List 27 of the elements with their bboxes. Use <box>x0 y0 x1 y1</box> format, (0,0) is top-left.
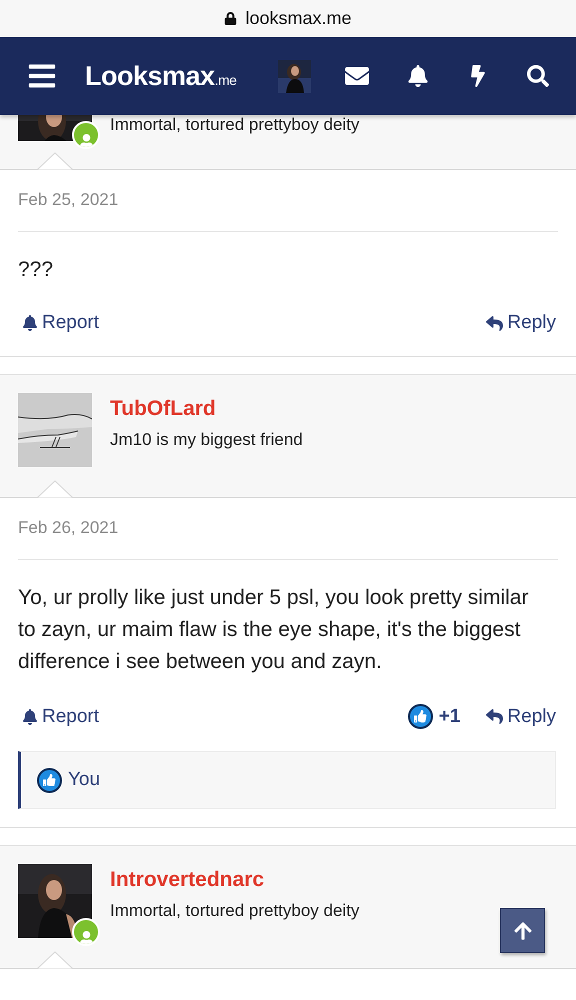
reaction-user[interactable]: You <box>68 769 100 791</box>
reply-icon <box>486 314 504 332</box>
user-title: Immortal, tortured prettyboy deity <box>110 901 360 921</box>
user-title: Jm10 is my biggest friend <box>110 430 303 450</box>
envelope-icon[interactable] <box>345 64 369 88</box>
bell-icon <box>22 315 38 331</box>
user-title: Immortal, tortured prettyboy deity <box>110 115 360 135</box>
report-link[interactable]: Report <box>22 706 100 728</box>
url-text[interactable]: looksmax.me <box>245 8 352 29</box>
post-body: ??? <box>17 257 54 283</box>
thumbs-up-icon <box>408 704 433 729</box>
post-body: Yo, ur prolly like just under 5 psl, you look pretty similar to zayn, ur maim flaw is the eye shape, it's the biggest difference i see between you and zayn. <box>17 585 530 675</box>
bell-icon <box>22 708 38 724</box>
report-link[interactable]: Report <box>22 312 100 334</box>
thumbs-up-icon <box>37 768 62 792</box>
lock-icon <box>224 12 238 25</box>
reply-link[interactable]: Reply <box>486 312 556 334</box>
reply-link[interactable]: Reply <box>486 706 556 728</box>
search-icon[interactable] <box>527 65 549 87</box>
scroll-top-button[interactable] <box>500 908 545 953</box>
arrow-up-icon <box>512 920 532 940</box>
site-logo[interactable]: Looksmax.me <box>85 60 236 92</box>
like-count[interactable]: +1 <box>438 706 460 728</box>
username[interactable]: TubOfLard <box>110 397 303 421</box>
username[interactable]: Introvertednarc <box>110 868 360 892</box>
reply-icon <box>486 708 504 725</box>
bell-icon[interactable] <box>407 65 429 87</box>
